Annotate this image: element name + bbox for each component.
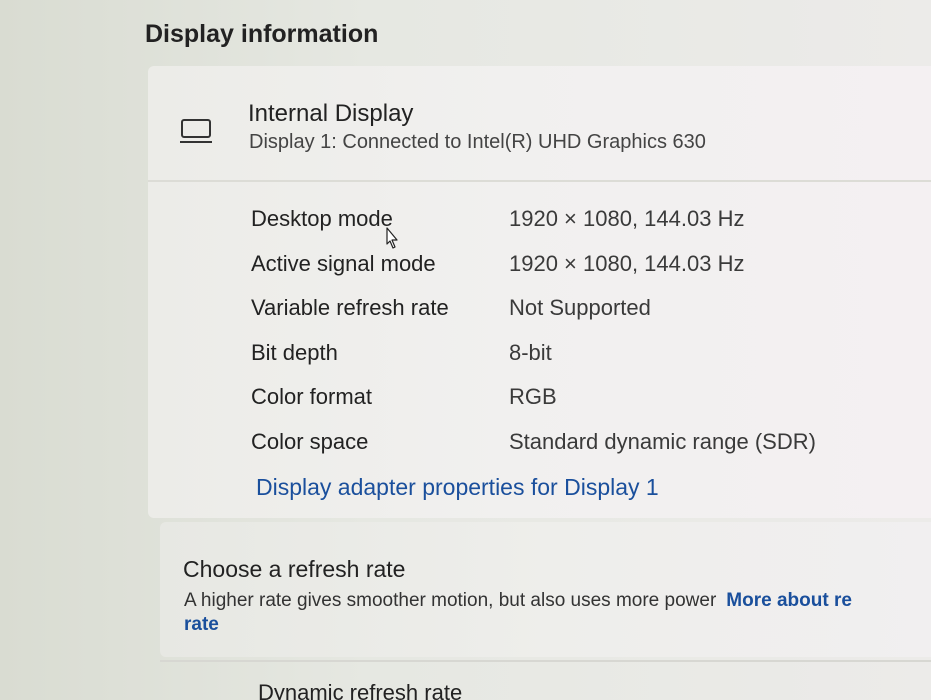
more-about-refresh-rate-link-continued[interactable]: rate	[184, 614, 219, 636]
info-row-variable-refresh-rate: Variable refresh rate Not Supported	[251, 291, 891, 336]
display-name: Internal Display	[248, 100, 414, 127]
section-title: Display information	[145, 20, 379, 48]
display-adapter-properties-link[interactable]: Display adapter properties for Display 1	[256, 474, 659, 501]
info-value: RGB	[509, 384, 557, 409]
refresh-rate-description-text: A higher rate gives smoother motion, but…	[184, 590, 717, 611]
info-row-bit-depth: Bit depth 8-bit	[251, 336, 891, 381]
info-label: Active signal mode	[251, 250, 436, 276]
info-value: Not Supported	[509, 295, 651, 320]
more-about-refresh-rate-link[interactable]: More about re	[726, 590, 852, 611]
info-label: Color format	[251, 384, 373, 409]
info-value: 8-bit	[509, 339, 552, 365]
info-value: 1920 × 1080, 144.03 Hz	[509, 206, 745, 231]
info-row-desktop-mode: Desktop mode 1920 × 1080, 144.03 Hz	[251, 202, 891, 247]
info-row-color-format: Color format RGB	[251, 380, 891, 425]
info-label: Variable refresh rate	[251, 295, 449, 320]
info-value: Standard dynamic range (SDR)	[509, 428, 816, 454]
display-connection: Display 1: Connected to Intel(R) UHD Gra…	[249, 131, 706, 153]
info-label: Desktop mode	[251, 206, 393, 231]
info-value: 1920 × 1080, 144.03 Hz	[509, 250, 745, 276]
info-row-active-signal-mode: Active signal mode 1920 × 1080, 144.03 H…	[251, 247, 891, 292]
mouse-cursor-icon	[386, 227, 398, 249]
refresh-rate-description: A higher rate gives smoother motion, but…	[184, 590, 852, 612]
card-divider	[148, 180, 931, 182]
card-divider	[160, 660, 931, 662]
display-info-table: Desktop mode 1920 × 1080, 144.03 Hz Acti…	[251, 202, 891, 469]
info-label: Bit depth	[251, 339, 338, 365]
info-label: Color space	[251, 428, 369, 454]
refresh-rate-title: Choose a refresh rate	[183, 556, 406, 582]
dynamic-refresh-rate-label: Dynamic refresh rate	[258, 680, 463, 700]
info-row-color-space: Color space Standard dynamic range (SDR)	[251, 425, 891, 470]
monitor-icon	[180, 119, 212, 143]
